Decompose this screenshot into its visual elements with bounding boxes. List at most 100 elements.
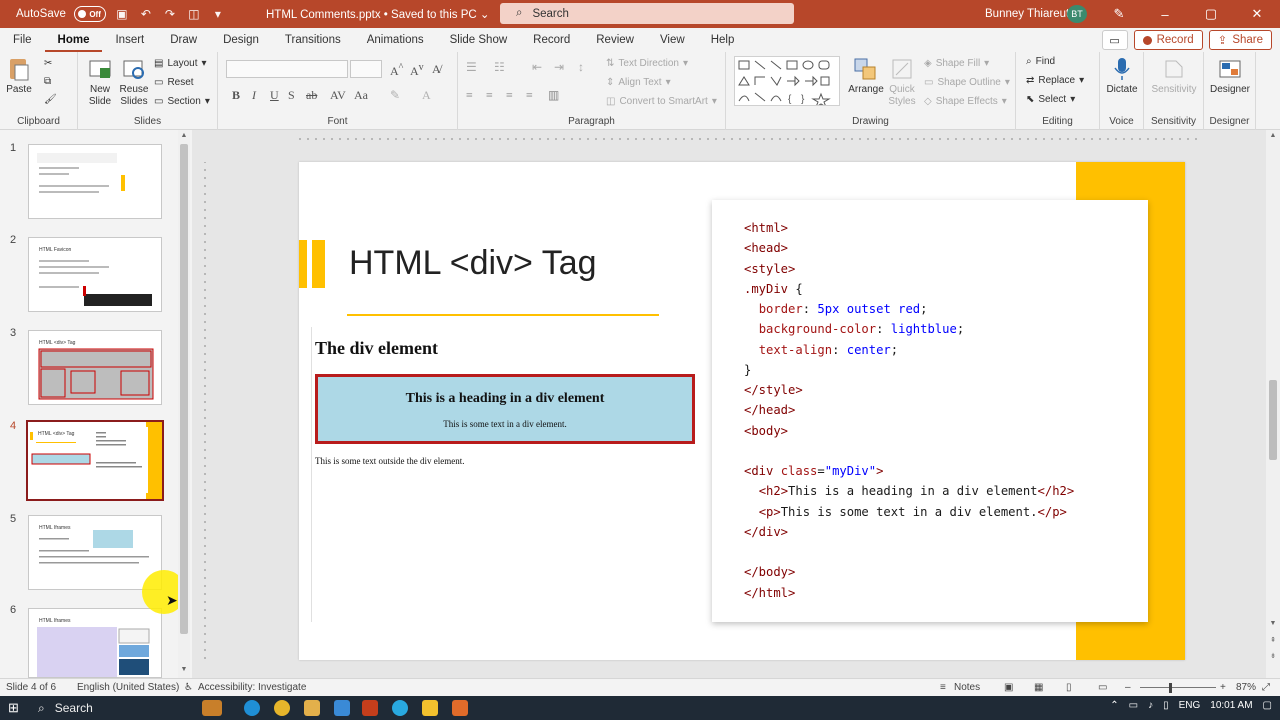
sensitivity-button[interactable]: Sensitivity (1150, 56, 1198, 96)
tab-help[interactable]: Help (698, 28, 748, 52)
highlight-icon[interactable]: ✎ (390, 88, 400, 103)
fit-slide-icon[interactable]: ⤢ (1262, 682, 1270, 693)
telegram-icon[interactable] (392, 700, 408, 716)
increase-font-icon[interactable]: A^ (390, 62, 403, 79)
scroll-down-icon[interactable]: ▼ (179, 666, 189, 676)
slide-thumbnail-3[interactable]: HTML <div> Tag (28, 330, 162, 405)
slide-thumbnail-1[interactable] (28, 144, 162, 219)
redo-icon[interactable]: ↷ (162, 6, 178, 22)
zoom-out-icon[interactable]: – (1125, 682, 1131, 693)
shape-outline-button[interactable]: ▭ Shape Outline ▾ (924, 77, 1010, 88)
new-slide-button[interactable]: New Slide (86, 56, 114, 108)
align-left-icon[interactable]: ≡ (466, 88, 473, 103)
columns-icon[interactable]: ▥ (548, 88, 559, 103)
format-painter-icon[interactable]: 🖌 (44, 94, 57, 105)
volume-icon[interactable]: ♪ (1148, 700, 1153, 711)
next-slide-icon[interactable]: ⇟ (1268, 652, 1278, 662)
file-explorer-icon[interactable] (304, 700, 320, 716)
user-name[interactable]: Bunney Thiareuth (985, 8, 1076, 20)
decrease-font-icon[interactable]: Av (410, 62, 424, 79)
tab-transitions[interactable]: Transitions (272, 28, 354, 52)
document-title[interactable]: HTML Comments.pptx • Saved to this PC ⌄ (266, 7, 490, 21)
tab-animations[interactable]: Animations (354, 28, 437, 52)
tab-review[interactable]: Review (583, 28, 647, 52)
present-icon[interactable]: ◫ (186, 6, 202, 22)
code-card[interactable]: <html> <head> <style> .myDiv { border: 5… (712, 200, 1148, 622)
scroll-down-icon[interactable]: ▼ (1268, 620, 1278, 630)
app-icon[interactable] (452, 700, 468, 716)
share-button[interactable]: ⇪ Share (1208, 30, 1272, 50)
text-direction-button[interactable]: ⇅ Text Direction ▾ (606, 58, 688, 69)
bold-icon[interactable]: B (232, 88, 240, 103)
demo-heading[interactable]: The div element (315, 338, 438, 359)
scrollbar-thumb[interactable] (1269, 380, 1277, 460)
reading-view-icon[interactable]: ▯ (1066, 682, 1072, 693)
notes-button[interactable]: Notes (954, 682, 980, 693)
clock[interactable]: 10:01 AM (1210, 700, 1252, 711)
notification-icon[interactable]: ▢ (1263, 700, 1272, 711)
windows-start-icon[interactable]: ⊞ (8, 700, 19, 716)
scrollbar-thumb[interactable] (180, 144, 188, 634)
quick-styles-button[interactable]: Quick Styles (886, 56, 918, 108)
shadow-icon[interactable]: S (288, 88, 295, 103)
close-icon[interactable]: ✕ (1234, 0, 1280, 28)
shapes-gallery[interactable]: { } (734, 56, 840, 109)
slide-thumbnail-4[interactable]: HTML <div> Tag (26, 420, 164, 501)
convert-smartart-button[interactable]: ◫ Convert to SmartArt ▾ (606, 96, 717, 107)
thumbnail-scrollbar[interactable]: ▲ ▼ (178, 130, 190, 678)
scroll-up-icon[interactable]: ▲ (179, 132, 189, 142)
slideshow-icon[interactable]: ▭ (1098, 682, 1107, 693)
tab-file[interactable]: File (0, 28, 45, 52)
font-size-box[interactable] (350, 60, 382, 78)
bullets-icon[interactable]: ☰ (466, 60, 477, 75)
language-indicator[interactable]: English (United States) (77, 682, 179, 693)
numbering-icon[interactable]: ☷ (494, 60, 505, 75)
reset-button[interactable]: ▭ Reset (154, 77, 194, 88)
copy-icon[interactable]: ⧉ (44, 76, 51, 87)
font-name-box[interactable] (226, 60, 348, 78)
zoom-level[interactable]: 87% (1236, 682, 1256, 693)
taskbar-search[interactable]: ⌕ Search (30, 698, 230, 718)
tab-slide-show[interactable]: Slide Show (437, 28, 521, 52)
italic-icon[interactable]: I (252, 88, 256, 103)
shape-effects-button[interactable]: ◇ Shape Effects ▾ (924, 96, 1007, 107)
powerpoint-icon[interactable] (362, 700, 378, 716)
minimize-icon[interactable]: – (1142, 0, 1188, 28)
tab-insert[interactable]: Insert (102, 28, 157, 52)
previous-slide-icon[interactable]: ⇞ (1268, 636, 1278, 646)
align-center-icon[interactable]: ≡ (486, 88, 493, 103)
chevron-up-icon[interactable]: ⌃ (1110, 700, 1118, 711)
arrange-button[interactable]: Arrange (846, 56, 886, 96)
align-text-button[interactable]: ⇕ Align Text ▾ (606, 77, 671, 88)
line-spacing-icon[interactable]: ↕ (578, 60, 584, 75)
justify-icon[interactable]: ≡ (526, 88, 533, 103)
decrease-indent-icon[interactable]: ⇤ (532, 60, 542, 75)
tab-view[interactable]: View (647, 28, 698, 52)
slide-canvas[interactable]: HTML <div> Tag The div element This is a… (299, 162, 1185, 660)
search-box[interactable]: ⌕ Search (500, 3, 794, 24)
record-button[interactable]: Record (1133, 30, 1203, 50)
pen-icon[interactable]: ✎ (1096, 0, 1142, 28)
dictate-button[interactable]: Dictate (1104, 56, 1140, 96)
edge-icon[interactable] (244, 700, 260, 716)
slide-thumbnail-5[interactable]: HTML Iframes (28, 515, 162, 590)
sticky-notes-icon[interactable] (422, 700, 438, 716)
select-button[interactable]: ⬉ Select ▾ (1026, 94, 1075, 105)
notepad-icon[interactable] (334, 700, 350, 716)
undo-icon[interactable]: ↶ (138, 6, 154, 22)
zoom-slider-handle[interactable] (1169, 683, 1172, 693)
layout-button[interactable]: ▤ Layout ▾ (154, 58, 207, 69)
autosave-toggle[interactable]: Off (73, 6, 106, 22)
outside-text[interactable]: This is some text outside the div elemen… (315, 456, 464, 466)
cut-icon[interactable]: ✂ (44, 58, 52, 69)
spacing-icon[interactable]: AV (330, 88, 346, 103)
align-right-icon[interactable]: ≡ (506, 88, 513, 103)
zoom-slider[interactable] (1140, 687, 1216, 688)
paste-button[interactable]: Paste (6, 56, 32, 96)
maximize-icon[interactable]: ▢ (1188, 0, 1234, 28)
slide-thumbnail-6[interactable]: HTML Iframes (28, 608, 162, 678)
clear-format-icon[interactable]: A̸ (432, 62, 441, 77)
slide-thumbnail-2[interactable]: HTML Favicon (28, 237, 162, 312)
chrome-icon[interactable] (274, 700, 290, 716)
designer-button[interactable]: Designer (1208, 56, 1252, 96)
